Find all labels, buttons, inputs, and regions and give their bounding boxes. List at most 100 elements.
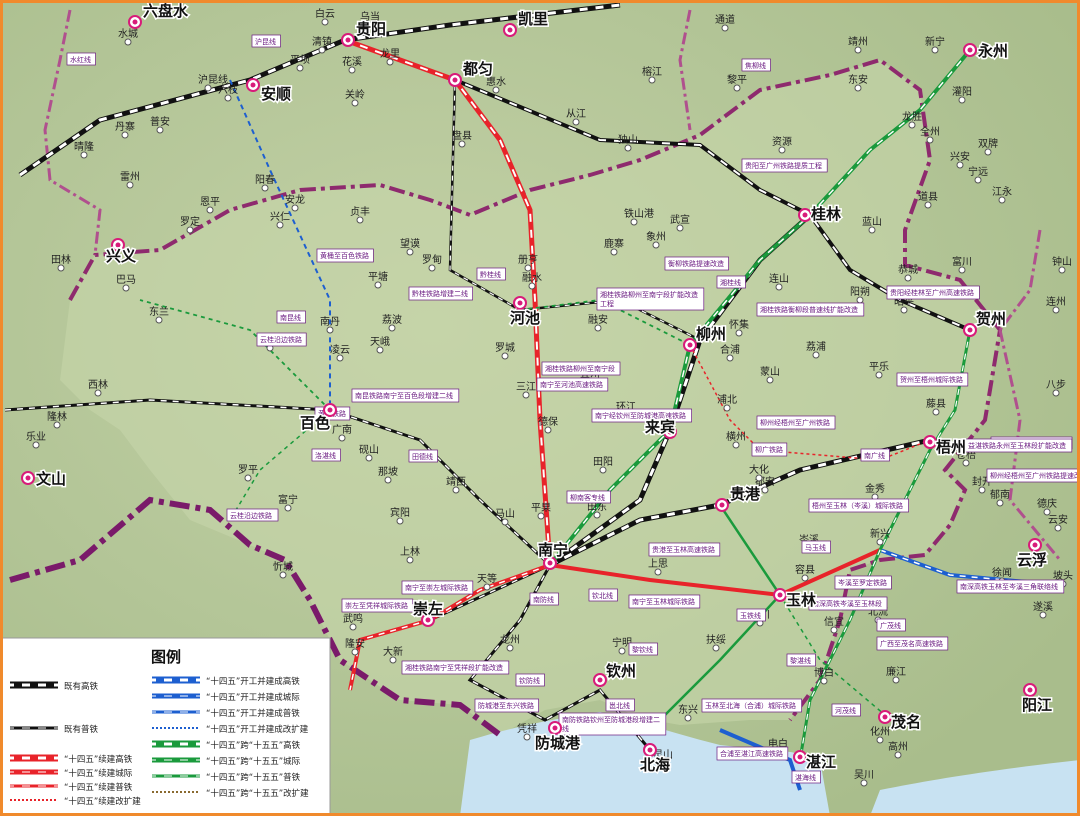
town-label: 黎平 [727,73,747,86]
town-label: 郁南 [990,488,1010,501]
town-label: 那坡 [378,465,398,478]
town-label: 融安 [588,313,608,326]
town-label: 荔波 [382,313,402,326]
city-name: 北海 [640,756,670,774]
rail-line-label: 马玉线 [801,540,831,554]
town-label: 贞丰 [350,205,370,218]
town-label: 廉江 [886,665,906,678]
city-name: 湛江 [806,753,836,771]
rail-line-label: 黔桂线 [476,267,506,281]
legend-item-label: “十四五”开工并建成城际 [206,692,300,703]
town-label: 灌阳 [952,86,972,98]
town-label: 双牌 [978,137,998,150]
legend-item-label: “十四五”跨“十五五”城际 [206,756,301,767]
town-label: 吴川 [854,769,874,781]
project-label: 南深高铁岑溪至玉林段 [808,596,888,611]
town-label: 独山 [618,133,638,146]
town-label: 东安 [848,73,868,86]
project-label: 湘桂铁路柳州至南宁段扩能改造工程 [596,287,705,311]
project-label: 广西至茂名高速铁路 [876,636,949,651]
legend-item-label: “十四五”开工并建成普铁 [206,708,300,719]
city-name: 来宾 [644,418,675,436]
city-name: 贵港 [730,485,761,503]
project-label-text: 贺州至梧州城际铁路 [900,375,963,384]
town-label: 阳春 [255,174,275,186]
city-name: 贺州 [975,310,1006,328]
project-label: 南宁至河池高速铁路 [536,377,609,392]
town-label: 象州 [646,231,666,243]
town-label: 金秀 [865,482,885,495]
project-label: 南防铁路钦州至防城港段增建二线 [558,712,667,736]
legend-item-label: “十四五”跨“十五五”改扩建 [206,788,309,799]
rail-line-label: 云桂沿边铁路 [226,508,279,522]
town-label: 富宁 [278,493,298,506]
town-label: 水城 [118,28,138,40]
town-label: 天峨 [370,336,390,348]
town-label: 丹寨 [115,120,135,133]
rail-line-label-text: 马玉线 [805,543,826,552]
rail-line-label-text: 河茂线 [835,706,856,715]
town-label: 大化 [749,463,769,476]
town-label: 砚山 [359,444,379,456]
town-label: 怀集 [729,318,749,331]
rail-line-label: 南防线 [529,592,559,606]
city-name: 河池 [510,309,540,327]
project-label-text: 湘桂铁路衡柳段普速线扩能改造 [760,305,858,314]
project-label-text: 南深高铁岑溪至玉林段 [812,599,882,608]
town-label: 富川 [952,255,972,268]
town-label: 罗甸 [422,253,442,266]
project-label-text: 益湛铁路永州至玉林段扩能改造 [968,441,1066,450]
project-label: 湘桂铁路柳州至南宁段 [541,361,621,376]
city-name: 永州 [977,42,1008,60]
rail-line-label: 南昆线 [276,310,306,324]
town-label: 扶绥 [706,633,726,646]
rail-line-label-text: 田德线 [412,452,433,461]
town-label: 上林 [400,545,420,558]
project-label-text: 柳州经梧州至广州铁路 [760,418,830,427]
project-label: 衡柳铁路提速改造 [664,256,729,271]
rail-line-label-text: 钦北线 [592,591,613,600]
town-label: 凌云 [330,343,350,356]
city-name: 文山 [36,470,66,488]
town-label: 武宣 [670,213,690,226]
town-label: 南丹 [320,315,340,328]
town-label: 巴马 [116,274,136,286]
project-label: 益湛铁路永州至玉林段扩能改造 [964,438,1073,453]
project-label-text: 柳广铁路 [755,445,783,454]
town-label: 安龙 [285,193,305,206]
project-label-text: 防城港至东兴铁路 [478,701,534,710]
town-label: 容县 [795,563,815,576]
town-label: 鹿寨 [604,237,624,250]
town-label: 东兰 [149,305,169,318]
rail-line-label-text: 钦防线 [519,676,540,685]
project-label: 南宁至玉林城际铁路 [628,594,701,609]
legend-title: 图例 [151,648,181,666]
rail-line-label: 湛海线 [791,770,821,784]
project-label: 玉林至北海（合浦）城际铁路 [701,698,802,713]
rail-line-label: 焦柳线 [741,58,771,72]
town-label: 天等 [477,572,497,585]
project-label-text: 南宁至玉林城际铁路 [632,597,695,606]
rail-line-label-text: 湘桂线 [720,278,741,287]
city-name: 凯里 [518,10,548,28]
town-label: 罗定 [180,215,200,228]
rail-line-label-text: 焦柳线 [745,61,766,70]
town-label: 平塘 [368,270,388,283]
town-label: 平乐 [869,361,889,373]
town-label: 连州 [1046,295,1066,308]
rail-line-label-text: 广茂线 [880,621,901,630]
rail-line-label-text: 邕北线 [609,701,630,710]
project-label: 南宁至崇左城际铁路 [401,580,474,595]
rail-line-label: 玉铁线 [736,608,766,622]
town-label: 广南 [332,423,352,436]
town-label: 白云 [315,7,335,20]
project-label: 梧州至玉林（岑溪）城际铁路 [808,498,909,513]
rail-line-label-text: 玉铁线 [740,611,761,620]
legend-item-label: “十四五”续建高铁 [64,754,133,765]
town-label: 清镇 [312,35,332,48]
rail-line-label-text: 南昆线 [280,313,301,322]
project-label: 南宁经钦州至防城港高速铁路 [591,408,692,423]
rail-line-label: 洛湛线 [311,448,341,462]
city-name: 南宁 [538,541,568,559]
rail-line-label-text: 黔桂线 [480,270,501,279]
